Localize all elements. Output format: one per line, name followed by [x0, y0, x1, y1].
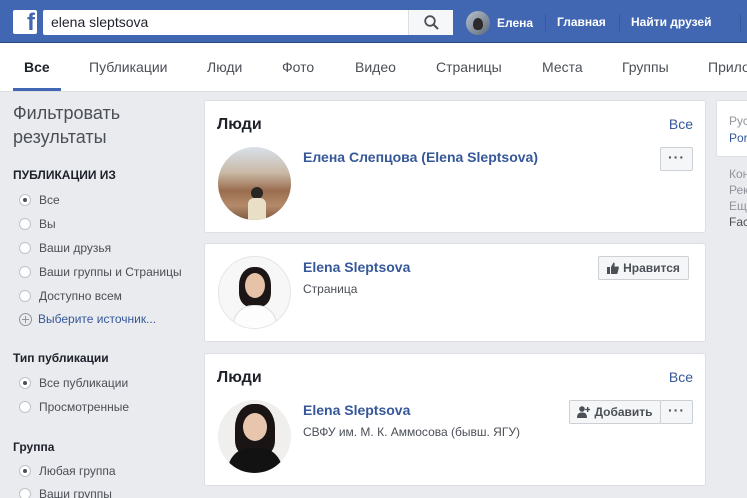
page-result-card: Elena Sleptsova Страница Нравится	[204, 243, 706, 342]
people-results-card: Люди Все Елена Слепцова (Elena Sleptsova…	[204, 100, 706, 233]
language-box: Рус Por	[716, 100, 747, 157]
person-shirt	[228, 448, 282, 473]
filter-option-label: Ваши друзья	[39, 241, 112, 255]
see-all-link[interactable]: Все	[669, 369, 693, 385]
filter-option-your-groups[interactable]: Ваши группы	[19, 487, 112, 498]
filter-title: Фильтровать результаты	[13, 103, 121, 147]
radio-icon	[19, 290, 31, 302]
result-subtitle: Страница	[303, 282, 358, 296]
tab-posts[interactable]: Публикации	[89, 59, 167, 75]
posts-from-heading: ПУБЛИКАЦИИ ИЗ	[13, 168, 116, 182]
people-results-card: Люди Все Elena Sleptsova СВФУ им. М. К. …	[204, 353, 706, 486]
card-title: Люди	[217, 116, 262, 133]
footer-link[interactable]: Ещ	[729, 199, 747, 213]
plus-icon	[19, 312, 32, 326]
page-photo[interactable]	[218, 256, 291, 329]
home-link[interactable]: Главная	[547, 10, 616, 35]
tab-photos[interactable]: Фото	[282, 59, 314, 75]
radio-icon	[19, 218, 31, 230]
footer-link[interactable]: Кон	[729, 167, 747, 181]
filter-option-any-group[interactable]: Любая группа	[19, 464, 116, 478]
see-all-link[interactable]: Все	[669, 116, 693, 132]
filter-option-all-posts[interactable]: Все публикации	[19, 376, 128, 390]
tab-pages[interactable]: Страницы	[436, 59, 502, 75]
top-navigation-bar: f Елена Главная Найти друзей Со	[0, 0, 747, 43]
language-link[interactable]: Por	[729, 131, 747, 145]
person-face	[243, 413, 267, 441]
footer-copyright: Fac	[729, 215, 747, 229]
tab-places[interactable]: Места	[542, 59, 583, 75]
filter-option-label: Все публикации	[39, 376, 129, 390]
result-name[interactable]: Elena Sleptsova	[303, 402, 410, 418]
radio-icon	[19, 266, 31, 278]
like-label: Нравится	[623, 261, 680, 275]
radio-icon	[19, 465, 31, 477]
tab-all[interactable]: Все	[24, 59, 50, 75]
radio-icon	[19, 377, 31, 389]
divider	[619, 14, 620, 31]
filter-option-label: Любая группа	[39, 464, 116, 478]
filter-option-label: Просмотренные	[39, 400, 130, 414]
footer-link[interactable]: Рек	[729, 183, 747, 197]
divider	[545, 14, 546, 31]
more-options-button[interactable]: ···	[660, 147, 693, 171]
result-name[interactable]: Елена Слепцова (Elena Sleptsova)	[303, 149, 538, 165]
active-tab-indicator	[13, 88, 61, 91]
profile-photo[interactable]	[218, 400, 291, 473]
current-language: Рус	[729, 114, 747, 128]
filter-option-public[interactable]: Доступно всем	[19, 289, 122, 303]
tab-groups[interactable]: Группы	[622, 59, 669, 75]
radio-icon	[19, 488, 31, 498]
search-box	[43, 10, 453, 35]
tab-people[interactable]: Люди	[207, 59, 242, 75]
filter-option-label: Все	[39, 193, 60, 207]
radio-icon	[19, 401, 31, 413]
radio-icon	[19, 242, 31, 254]
person-shirt	[233, 305, 277, 328]
search-button[interactable]	[408, 10, 453, 35]
filter-option-you[interactable]: Вы	[19, 217, 56, 231]
radio-icon	[19, 194, 31, 206]
person-face	[245, 273, 265, 298]
profile-link[interactable]: Елена	[466, 10, 533, 35]
filter-option-viewed[interactable]: Просмотренные	[19, 400, 129, 414]
choose-source-label: Выберите источник...	[38, 312, 157, 326]
more-options-button[interactable]: ···	[660, 400, 693, 424]
avatar	[466, 10, 490, 35]
create-link[interactable]: Со	[741, 10, 747, 35]
post-type-heading: Тип публикации	[13, 351, 109, 365]
result-subtitle: СВФУ им. М. К. Аммосова (бывш. ЯГУ)	[303, 425, 520, 439]
add-friend-button[interactable]: Добавить	[569, 400, 661, 424]
search-icon	[424, 15, 439, 30]
person-body	[248, 198, 266, 220]
user-name: Елена	[497, 15, 534, 30]
find-friends-link[interactable]: Найти друзей	[621, 10, 721, 35]
search-result-tabs: Все Публикации Люди Фото Видео Страницы …	[0, 43, 747, 92]
add-friend-icon	[577, 406, 591, 418]
filter-option-label: Вы	[39, 217, 56, 231]
filter-option-label: Доступно всем	[39, 289, 122, 303]
group-heading: Группа	[13, 440, 55, 454]
like-button[interactable]: Нравится	[598, 256, 689, 280]
filter-option-groups-pages[interactable]: Ваши группы и Страницы	[19, 265, 182, 279]
tab-videos[interactable]: Видео	[355, 59, 396, 75]
add-friend-label: Добавить	[594, 405, 653, 419]
search-input[interactable]	[51, 14, 391, 30]
tab-apps[interactable]: Прило	[708, 59, 747, 75]
choose-source-link[interactable]: Выберите источник...	[19, 312, 156, 326]
filter-option-friends[interactable]: Ваши друзья	[19, 241, 111, 255]
filter-option-label: Ваши группы	[39, 487, 112, 498]
filter-option-label: Ваши группы и Страницы	[39, 265, 182, 279]
profile-photo[interactable]	[218, 147, 291, 220]
card-title: Люди	[217, 369, 262, 386]
filter-option-all[interactable]: Все	[19, 193, 60, 207]
result-name[interactable]: Elena Sleptsova	[303, 259, 410, 275]
more-icon: ···	[668, 149, 685, 165]
thumbs-up-icon	[607, 262, 619, 274]
more-icon: ···	[668, 402, 685, 418]
facebook-logo-icon[interactable]: f	[13, 10, 37, 34]
